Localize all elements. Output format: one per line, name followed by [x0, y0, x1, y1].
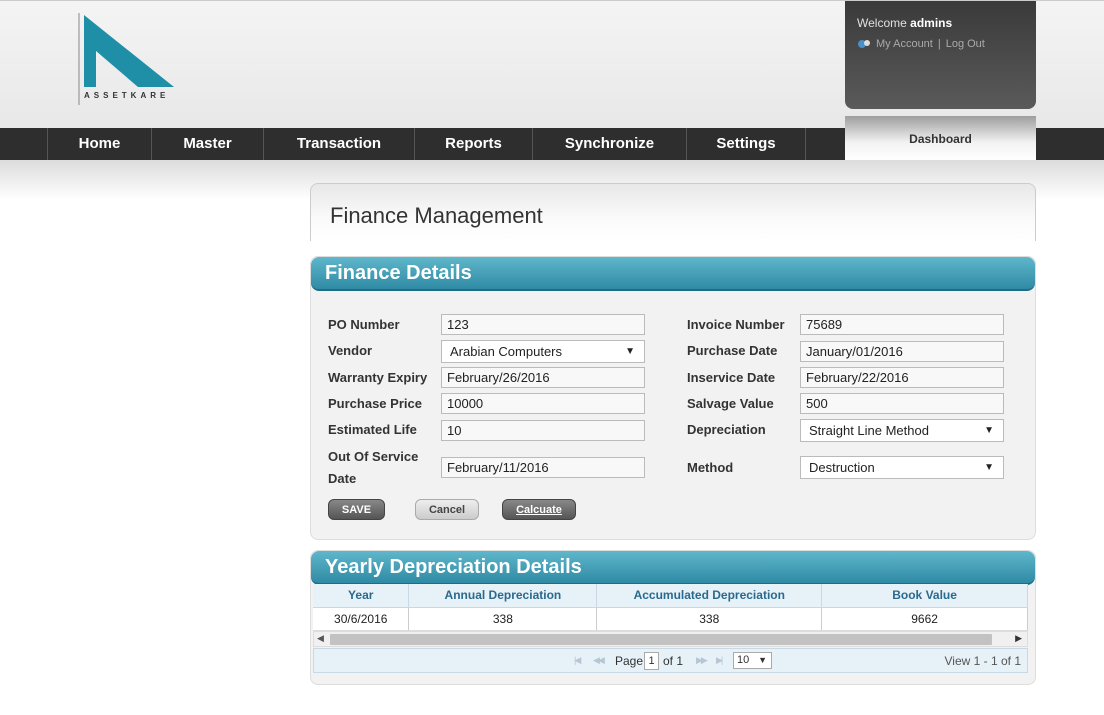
page-total: of 1	[663, 654, 684, 668]
finance-details-heading: Finance Details	[311, 257, 1035, 291]
cancel-button[interactable]: Cancel	[415, 499, 479, 520]
inservice-date-label: Inservice Date	[687, 370, 776, 385]
nav-synchronize[interactable]: Synchronize	[532, 128, 686, 160]
estimated-life-label: Estimated Life	[328, 422, 417, 437]
cell-accumulated-depreciation: 338	[596, 607, 823, 631]
depreciation-select[interactable]: Straight Line Method ▼	[800, 419, 1004, 442]
invoice-number-label: Invoice Number	[687, 317, 785, 332]
records-summary: View 1 - 1 of 1	[944, 654, 1022, 668]
horizontal-scrollbar[interactable]: ◀ ▶	[313, 631, 1028, 647]
chevron-down-icon: ▼	[625, 346, 635, 357]
invoice-number-field[interactable]: 75689	[800, 314, 1004, 335]
column-header-annual-depreciation[interactable]: Annual Depreciation	[408, 584, 598, 608]
first-page-icon[interactable]: |◀	[574, 655, 581, 666]
method-select[interactable]: Destruction ▼	[800, 456, 1004, 479]
column-header-accumulated-depreciation[interactable]: Accumulated Depreciation	[596, 584, 823, 608]
logout-link[interactable]: Log Out	[946, 38, 985, 50]
cell-book-value: 9662	[821, 607, 1028, 631]
welcome-text: Welcome admins	[857, 16, 952, 30]
next-page-icon[interactable]: ▶▶	[696, 655, 708, 666]
page-title-panel: Finance Management	[310, 183, 1036, 241]
purchase-price-field[interactable]: 10000	[441, 393, 645, 414]
nav-items: Home Master Transaction Reports Synchron…	[47, 128, 806, 160]
nav-master[interactable]: Master	[151, 128, 263, 160]
page-size-select[interactable]: 10 ▼	[733, 652, 772, 669]
header: ASSETKARE Welcome admins My Account | Lo…	[0, 0, 1104, 128]
page-size-value: 10	[737, 654, 750, 666]
chevron-down-icon: ▼	[984, 425, 994, 436]
cell-annual-depreciation: 338	[408, 607, 598, 631]
table-row[interactable]: 30/6/2016 338 338 9662	[313, 607, 1028, 631]
inservice-date-field[interactable]: February/22/2016	[800, 367, 1004, 388]
username: admins	[910, 16, 953, 30]
salvage-value-label: Salvage Value	[687, 396, 774, 411]
table-header-row: Year Annual Depreciation Accumulated Dep…	[313, 584, 1028, 608]
account-links: My Account | Log Out	[857, 38, 985, 50]
method-label: Method	[687, 460, 734, 475]
depreciation-label: Depreciation	[687, 422, 766, 437]
last-page-icon[interactable]: ▶|	[716, 655, 723, 666]
page-title: Finance Management	[330, 203, 543, 228]
calculate-button[interactable]: Calcuate	[502, 499, 576, 520]
user-panel: Welcome admins My Account | Log Out	[845, 1, 1036, 109]
nav-home[interactable]: Home	[47, 128, 151, 160]
purchase-date-label: Purchase Date	[687, 343, 778, 358]
scroll-left-arrow-icon[interactable]: ◀	[317, 633, 324, 644]
cell-year: 30/6/2016	[313, 607, 410, 631]
chevron-down-icon: ▼	[758, 655, 767, 665]
warranty-expiry-field[interactable]: February/26/2016	[441, 367, 645, 388]
warranty-expiry-label: Warranty Expiry	[328, 370, 428, 385]
yearly-depreciation-heading: Yearly Depreciation Details	[311, 551, 1035, 585]
salvage-value-field[interactable]: 500	[800, 393, 1004, 414]
scroll-thumb[interactable]	[330, 634, 992, 645]
out-of-service-date-field[interactable]: February/11/2016	[441, 457, 645, 478]
nav-reports[interactable]: Reports	[414, 128, 532, 160]
nav-transaction[interactable]: Transaction	[263, 128, 414, 160]
column-header-year[interactable]: Year	[313, 584, 410, 608]
estimated-life-field[interactable]: 10	[441, 420, 645, 441]
dashboard-tab[interactable]: Dashboard	[845, 116, 1036, 160]
po-number-field[interactable]: 123	[441, 314, 645, 335]
page-label: Page	[615, 654, 644, 668]
depreciation-value: Straight Line Method	[809, 423, 929, 438]
po-number-label: PO Number	[328, 317, 400, 332]
scroll-right-arrow-icon[interactable]: ▶	[1015, 633, 1022, 644]
out-of-service-label-line1: Out Of Service	[328, 449, 419, 464]
table-pager: |◀ ◀◀ Page 1 of 1 ▶▶ ▶| 10 ▼ View 1 - 1 …	[313, 648, 1028, 673]
save-button[interactable]: SAVE	[328, 499, 385, 520]
depreciation-table: Year Annual Depreciation Accumulated Dep…	[313, 584, 1028, 631]
vendor-label: Vendor	[328, 343, 373, 358]
method-value: Destruction	[809, 460, 875, 475]
purchase-price-label: Purchase Price	[328, 396, 422, 411]
prev-page-icon[interactable]: ◀◀	[593, 655, 605, 666]
page-number-input[interactable]: 1	[644, 652, 659, 670]
purchase-date-field[interactable]: January/01/2016	[800, 341, 1004, 362]
welcome-prefix: Welcome	[857, 16, 907, 30]
vendor-select[interactable]: Arabian Computers ▼	[441, 340, 645, 363]
nav-settings[interactable]: Settings	[686, 128, 806, 160]
out-of-service-label-line2: Date	[328, 471, 357, 486]
my-account-link[interactable]: My Account	[876, 38, 933, 50]
column-header-book-value[interactable]: Book Value	[821, 584, 1028, 608]
logo-text: ASSETKARE	[84, 91, 170, 100]
chevron-down-icon: ▼	[984, 462, 994, 473]
link-separator: |	[937, 38, 941, 50]
account-icon	[858, 40, 870, 48]
out-of-service-label: Out Of Service Date	[328, 449, 418, 486]
vendor-value: Arabian Computers	[450, 344, 562, 359]
